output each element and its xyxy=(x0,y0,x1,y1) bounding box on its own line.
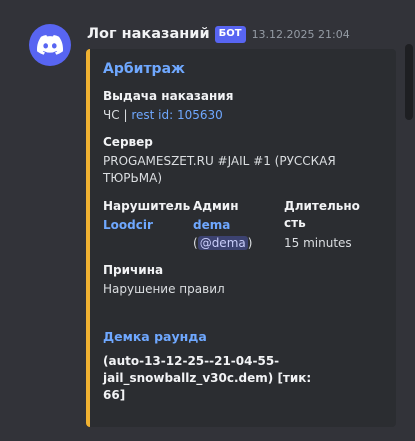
punishment-separator: | xyxy=(123,108,128,122)
field-value-duration: 15 minutes xyxy=(284,236,352,250)
field-name-punishment: Выдача наказания xyxy=(103,89,234,103)
discord-logo-icon xyxy=(37,35,63,55)
field-name-violator: Нарушитель xyxy=(103,199,191,213)
bot-tag: БОТ xyxy=(214,25,246,43)
field-value-punishment: ЧС | rest id: 105630 xyxy=(103,107,223,124)
field-value-server: PROGAMESZET.RU #JAIL #1 (РУССКАЯ ТЮРЬМА) xyxy=(103,154,336,185)
avatar[interactable] xyxy=(29,24,71,66)
mention-close-paren: ) xyxy=(247,236,253,250)
admin-mention-line: (@dema) xyxy=(193,235,252,252)
scrollbar[interactable] xyxy=(405,44,413,120)
field-value-reason: Нарушение правил xyxy=(103,282,225,296)
message-header: Лог наказаний БОТ 13.12.2025 21:04 xyxy=(87,24,350,44)
message: Лог наказаний БОТ 13.12.2025 21:04 Арбит… xyxy=(0,0,415,441)
rest-id-link[interactable]: rest id: 105630 xyxy=(131,108,222,122)
mention-open-paren: ( xyxy=(193,236,198,250)
timestamp: 13.12.2025 21:04 xyxy=(251,27,350,41)
field-name-reason: Причина xyxy=(103,263,164,277)
field-name-server: Сервер xyxy=(103,135,153,149)
field-name-admin: Админ xyxy=(193,199,239,213)
admin-link[interactable]: dema xyxy=(193,217,230,234)
demo-file: (auto-13-12-25--21-04-55-jail_snowballz_… xyxy=(103,354,312,402)
demo-title: Демка раунда xyxy=(103,329,207,344)
embed-title: Арбитраж xyxy=(103,61,185,77)
violator-link[interactable]: Loodcir xyxy=(103,217,153,234)
admin-mention[interactable]: @dema xyxy=(197,236,248,250)
username[interactable]: Лог наказаний xyxy=(87,26,210,42)
embed: Арбитраж Выдача наказания ЧС | rest id: … xyxy=(86,49,396,427)
field-name-duration: Длительность xyxy=(284,199,360,230)
punishment-type: ЧС xyxy=(103,108,120,122)
